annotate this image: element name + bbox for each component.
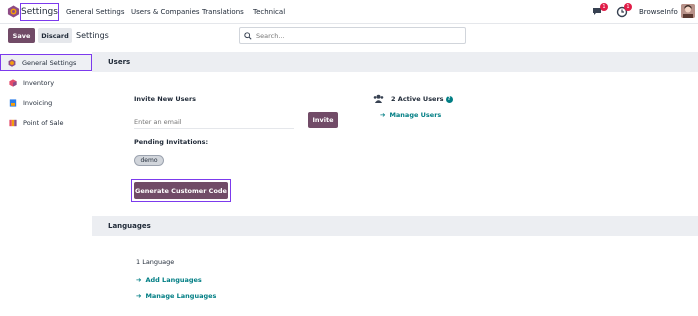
users-section-header: Users	[92, 52, 698, 72]
odoo-app-logo-icon[interactable]	[7, 5, 20, 18]
messages-badge: 1	[600, 3, 608, 11]
sidebar-item-label: General Settings	[22, 58, 77, 67]
discard-button[interactable]: Discard	[38, 28, 72, 43]
sidebar-item-general-settings[interactable]: General Settings	[0, 54, 92, 71]
users-icon	[373, 94, 384, 103]
search-input[interactable]	[256, 31, 446, 40]
settings-main: Users Invite New Users Invite Pending In…	[92, 52, 698, 316]
breadcrumb: Settings	[76, 31, 109, 40]
pending-invitations-heading: Pending Invitations:	[134, 138, 209, 146]
menu-translations[interactable]: Translations	[202, 8, 244, 16]
sidebar-item-label: Inventory	[23, 78, 55, 87]
search-icon	[244, 31, 252, 40]
arrow-right-icon: ➔	[380, 111, 386, 119]
generate-customer-code-button[interactable]: Generate Customer Code	[134, 182, 228, 199]
menu-general-settings[interactable]: General Settings	[66, 8, 125, 16]
manage-languages-link[interactable]: ➔ Manage Languages	[136, 292, 216, 300]
invoicing-icon	[9, 98, 17, 107]
inventory-icon	[9, 78, 17, 87]
save-button[interactable]: Save	[8, 28, 35, 43]
settings-sidebar: General Settings Inventory Invoicing Poi…	[0, 52, 92, 316]
language-count: 1 Language	[136, 258, 175, 266]
add-languages-link[interactable]: ➔ Add Languages	[136, 276, 202, 284]
manage-users-link[interactable]: ➔ Manage Users	[380, 111, 441, 119]
sidebar-item-invoicing[interactable]: Invoicing	[0, 94, 92, 111]
sidebar-item-label: Invoicing	[23, 98, 53, 107]
invite-button[interactable]: Invite	[308, 112, 338, 128]
menu-users-companies[interactable]: Users & Companies	[131, 8, 200, 16]
manage-languages-label: Manage Languages	[145, 292, 217, 300]
invite-heading: Invite New Users	[134, 95, 197, 103]
general-settings-icon	[8, 58, 16, 67]
top-navbar: Settings General Settings Users & Compan…	[0, 0, 698, 24]
sidebar-item-point-of-sale[interactable]: Point of Sale	[0, 114, 92, 131]
activity-badge: 1	[624, 3, 632, 11]
invite-email-input[interactable]	[134, 115, 294, 129]
activity-button[interactable]: 1	[616, 3, 632, 18]
control-panel: Save Discard Settings	[0, 24, 698, 48]
arrow-right-icon: ➔	[136, 292, 142, 300]
search-box[interactable]	[239, 27, 466, 44]
sidebar-item-inventory[interactable]: Inventory	[0, 74, 92, 91]
pending-invitation-tag[interactable]: demo	[134, 155, 164, 166]
navbar-systray: 1 1 BrowseInfo	[592, 3, 698, 20]
avatar-icon	[681, 4, 695, 18]
languages-section-header: Languages	[92, 216, 698, 236]
add-languages-label: Add Languages	[145, 276, 202, 284]
point-of-sale-icon	[9, 119, 17, 126]
messages-button[interactable]: 1	[592, 3, 608, 18]
user-avatar[interactable]	[681, 4, 695, 18]
company-switcher[interactable]: BrowseInfo	[639, 8, 678, 16]
arrow-right-icon: ➔	[136, 276, 142, 284]
menu-technical[interactable]: Technical	[253, 8, 285, 16]
active-users-count: 2 Active Users?	[391, 95, 453, 103]
manage-users-label: Manage Users	[389, 111, 442, 119]
active-users-label: 2 Active Users	[391, 95, 444, 103]
sidebar-item-label: Point of Sale	[23, 118, 64, 127]
help-icon[interactable]: ?	[445, 95, 453, 103]
app-title-highlight: Settings	[20, 3, 59, 21]
app-title[interactable]: Settings	[21, 7, 58, 17]
